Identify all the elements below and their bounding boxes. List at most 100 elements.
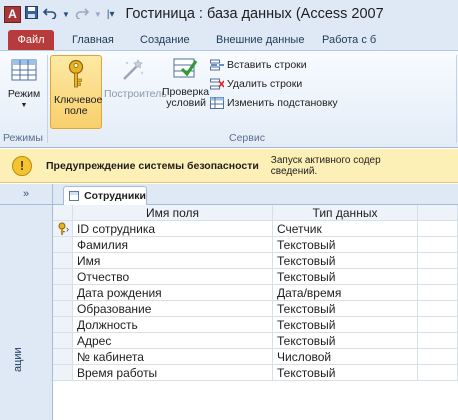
field-name-cell[interactable]: Отчество — [73, 269, 273, 285]
tab-database-tools[interactable]: Работа с б — [322, 30, 376, 50]
field-name-cell[interactable]: ID сотрудника — [73, 221, 273, 237]
field-name-cell[interactable]: № кабинета — [73, 349, 273, 365]
chevron-down-icon[interactable]: ▼ — [94, 10, 102, 19]
table-row[interactable]: Дата рождения Дата/время — [53, 285, 458, 301]
description-cell[interactable] — [418, 253, 458, 269]
field-name-cell[interactable]: Фамилия — [73, 237, 273, 253]
customize-toolbar-icon[interactable]: |▾ — [107, 9, 115, 20]
description-cell[interactable] — [418, 333, 458, 349]
view-mode-button[interactable]: Режим ▼ — [4, 57, 44, 111]
row-selector[interactable] — [53, 317, 73, 333]
data-type-cell[interactable]: Текстовый — [273, 317, 418, 333]
description-cell[interactable] — [418, 221, 458, 237]
test-validation-button[interactable]: Проверка условий — [162, 55, 209, 109]
security-warning-message: Запуск активного содер сведений. — [271, 155, 381, 177]
table-row[interactable]: Время работы Текстовый — [53, 365, 458, 381]
data-type-cell[interactable]: Текстовый — [273, 237, 418, 253]
data-type-cell[interactable]: Текстовый — [273, 333, 418, 349]
table-row[interactable]: Имя Текстовый — [53, 253, 458, 269]
modes-group-label: Режимы — [3, 132, 43, 144]
description-cell[interactable] — [418, 285, 458, 301]
field-name-cell[interactable]: Адрес — [73, 333, 273, 349]
data-type-cell[interactable]: Дата/время — [273, 285, 418, 301]
pointer-arrow-icon: › — [66, 224, 69, 234]
field-name-cell[interactable]: Имя — [73, 253, 273, 269]
delete-rows-button[interactable]: Удалить строки — [210, 78, 302, 90]
builder-label: Построитель — [104, 88, 167, 100]
description-cell[interactable] — [418, 349, 458, 365]
primary-key-button[interactable]: Ключевое поле — [50, 55, 102, 129]
nav-pane-label[interactable]: ации — [12, 347, 24, 372]
document-tab-bar: Сотрудники — [53, 184, 458, 205]
delete-rows-label: Удалить строки — [227, 78, 303, 90]
data-type-cell[interactable]: Текстовый — [273, 301, 418, 317]
row-selector[interactable] — [53, 269, 73, 285]
data-type-cell[interactable]: Текстовый — [273, 253, 418, 269]
view-mode-label: Режим — [7, 88, 41, 100]
grid-header-row: Имя поля Тип данных — [53, 205, 458, 221]
tab-file[interactable]: Файл — [8, 30, 54, 50]
description-cell[interactable] — [418, 237, 458, 253]
description-cell[interactable] — [418, 269, 458, 285]
window-title: Гостиница : база данных (Access 2007 — [125, 6, 384, 22]
navigation-pane: » — [0, 184, 53, 420]
field-name-cell[interactable]: Время работы — [73, 365, 273, 381]
key-icon — [51, 59, 101, 92]
modify-lookups-button[interactable]: Изменить подстановку — [210, 97, 338, 109]
tab-create[interactable]: Создание — [140, 30, 190, 50]
ribbon-divider — [47, 55, 48, 143]
table-row[interactable]: Должность Текстовый — [53, 317, 458, 333]
table-row[interactable]: Фамилия Текстовый — [53, 237, 458, 253]
warning-icon: ! — [12, 155, 32, 176]
description-cell[interactable] — [418, 301, 458, 317]
undo-icon[interactable] — [42, 7, 57, 22]
security-warning-bar: ! Предупреждение системы безопасности За… — [0, 149, 458, 183]
access-icon[interactable]: A — [4, 5, 21, 23]
validation-check-icon — [162, 55, 208, 84]
row-selector[interactable]: › — [53, 221, 73, 237]
table-row[interactable]: Образование Текстовый — [53, 301, 458, 317]
row-selector-header[interactable] — [53, 205, 73, 221]
redo-icon[interactable] — [75, 7, 90, 22]
table-icon — [69, 191, 80, 201]
document-tab-label: Сотрудники — [84, 190, 146, 202]
description-cell[interactable] — [418, 317, 458, 333]
row-selector[interactable] — [53, 333, 73, 349]
table-row[interactable]: Отчество Текстовый — [53, 269, 458, 285]
title-bar: A ▼ ▼ |▾ Гостиница : база данных (Access… — [0, 0, 458, 28]
security-message-line: сведений. — [270, 165, 318, 177]
table-row[interactable]: › ID сотрудника Счетчик — [53, 221, 458, 237]
save-icon[interactable] — [25, 6, 38, 22]
tab-external-data[interactable]: Внешние данные — [216, 30, 304, 50]
row-selector[interactable] — [53, 285, 73, 301]
primary-key-label: Ключевое поле — [54, 94, 103, 117]
expand-nav-pane-button[interactable]: » — [0, 184, 52, 205]
data-type-cell[interactable]: Счетчик — [273, 221, 418, 237]
row-selector[interactable] — [53, 365, 73, 381]
row-selector[interactable] — [53, 301, 73, 317]
data-type-cell[interactable]: Числовой — [273, 349, 418, 365]
field-name-cell[interactable]: Дата рождения — [73, 285, 273, 301]
row-selector[interactable] — [53, 253, 73, 269]
table-row[interactable]: № кабинета Числовой — [53, 349, 458, 365]
chevron-down-icon: ▼ — [20, 102, 28, 109]
tab-home[interactable]: Главная — [72, 30, 114, 50]
builder-button[interactable]: Построитель — [104, 57, 167, 100]
security-warning-title: Предупреждение системы безопасности — [46, 159, 259, 172]
data-type-cell[interactable]: Текстовый — [273, 269, 418, 285]
chevron-down-icon[interactable]: ▼ — [62, 10, 70, 19]
table-row[interactable]: Адрес Текстовый — [53, 333, 458, 349]
field-name-cell[interactable]: Должность — [73, 317, 273, 333]
field-name-cell[interactable]: Образование — [73, 301, 273, 317]
description-cell[interactable] — [418, 365, 458, 381]
ribbon-tabs: Файл Главная Создание Внешние данные Раб… — [0, 28, 458, 50]
table-design-icon — [4, 57, 44, 86]
row-selector[interactable] — [53, 349, 73, 365]
data-type-cell[interactable]: Текстовый — [273, 365, 418, 381]
insert-rows-label: Вставить строки — [227, 59, 307, 71]
tab-employees[interactable]: Сотрудники — [63, 186, 147, 205]
insert-rows-button[interactable]: Вставить строки — [210, 59, 307, 71]
row-selector[interactable] — [53, 237, 73, 253]
security-message-line: Запуск активного содер — [270, 154, 381, 166]
delete-rows-icon — [210, 78, 225, 90]
